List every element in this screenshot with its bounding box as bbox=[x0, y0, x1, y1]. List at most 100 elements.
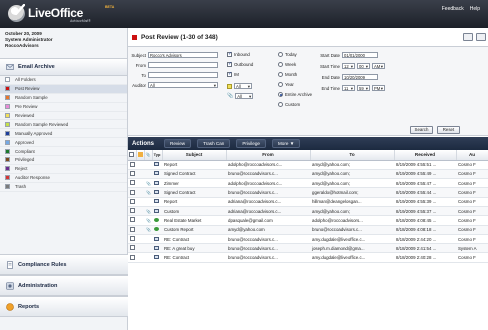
table-row[interactable]: Report adolpho@roccoadvisors.c... amyd@yah… bbox=[128, 160, 488, 170]
subject-cell[interactable]: Report bbox=[162, 197, 226, 208]
row-select-cell[interactable] bbox=[128, 187, 136, 198]
from-cell[interactable]: adolpho@roccoadvisors.c... bbox=[226, 160, 310, 170]
auditor-cell[interactable]: Cosmo F bbox=[456, 206, 488, 217]
from-cell[interactable]: adolpho@roccoadvisors.c... bbox=[226, 178, 310, 189]
auditor-cell[interactable]: Cosmo F bbox=[456, 197, 488, 208]
sidebar-folder-item[interactable]: Random Sample Reviewed bbox=[0, 120, 127, 130]
start-ampm-select[interactable]: AM bbox=[372, 63, 385, 69]
table-row[interactable]: 📎 Zimmer adolpho@roccoadvisors.c... amyd@ya… bbox=[128, 178, 488, 189]
to-cell[interactable]: amyd@yahoo.com; bbox=[310, 178, 394, 189]
received-cell[interactable]: 8/18/2009 4:08:18 ... bbox=[394, 225, 456, 235]
from-cell[interactable]: bruno@roccoadvisors.c... bbox=[226, 187, 310, 198]
end-hour-select[interactable]: 11 bbox=[342, 85, 355, 91]
row-checkbox[interactable] bbox=[130, 180, 135, 186]
end-minute-select[interactable]: 59 bbox=[357, 85, 370, 91]
end-ampm-select[interactable]: PM bbox=[372, 85, 385, 91]
reset-button[interactable]: Reset bbox=[437, 126, 460, 134]
auditor-cell[interactable]: Cosmo F bbox=[456, 178, 488, 189]
sidebar-folder-item[interactable]: Approved bbox=[0, 138, 127, 148]
row-checkbox[interactable] bbox=[130, 217, 135, 223]
feedback-link[interactable]: Feedback bbox=[442, 6, 464, 12]
table-row[interactable]: 📎 Custom Report amyd@yahoo.com bruno@roccoa… bbox=[128, 225, 488, 235]
subject-cell[interactable]: RE: A great buy bbox=[162, 243, 226, 254]
help-link[interactable]: Help bbox=[470, 6, 480, 12]
auditor-cell[interactable]: Cosmo F bbox=[456, 234, 488, 245]
subject-cell[interactable]: Signed Contract bbox=[162, 187, 226, 198]
to-input[interactable] bbox=[148, 72, 218, 78]
to-cell[interactable]: amy.dugdale@liveoffice.c... bbox=[310, 234, 394, 245]
to-cell[interactable]: amyd@yahoo.com; bbox=[310, 206, 394, 217]
privilege-button[interactable]: Privilege bbox=[236, 139, 266, 148]
inbound-checkbox[interactable] bbox=[227, 51, 232, 57]
compliance-rules-section[interactable]: Compliance Rules bbox=[0, 254, 128, 275]
auditor-cell[interactable]: Cosmo F bbox=[456, 187, 488, 198]
subject-cell[interactable]: RE: Contract bbox=[162, 234, 226, 245]
table-row[interactable]: RE: Contract bruno@roccoadvisors.c... amy.… bbox=[128, 234, 488, 245]
row-select-cell[interactable] bbox=[128, 243, 136, 254]
auditor-cell[interactable]: Cosmo F bbox=[456, 252, 488, 263]
table-row[interactable]: 📎 Custom adriana@roccoadvisors.c... amyd@ya… bbox=[128, 206, 488, 217]
received-cell[interactable]: 8/18/2009 2:40:28 ... bbox=[394, 252, 456, 263]
subject-cell[interactable]: RE: Contract bbox=[162, 252, 226, 263]
date-range-radio[interactable] bbox=[278, 62, 283, 67]
received-cell[interactable]: 8/19/2009 4:55:47 ... bbox=[394, 178, 456, 189]
subject-cell[interactable]: Report bbox=[162, 160, 226, 170]
to-cell[interactable]: hillman@deangelosgan... bbox=[310, 197, 394, 208]
to-cell[interactable]: adolpho@roccoadvisors... bbox=[310, 215, 394, 226]
table-row[interactable]: 📎 Real Estate Market dpasquale@gmail.com ad… bbox=[128, 215, 488, 226]
sidebar-folder-item[interactable]: All Folders bbox=[0, 76, 127, 85]
to-cell[interactable]: amy.dugdale@liveoffice.c... bbox=[310, 252, 394, 263]
date-range-radio[interactable] bbox=[278, 102, 283, 107]
end-date-input[interactable]: 10/20/2009 bbox=[342, 74, 378, 80]
from-cell[interactable]: bruno@roccoadvisors.c... bbox=[226, 234, 310, 245]
row-select-cell[interactable] bbox=[128, 169, 136, 180]
search-button[interactable]: Search bbox=[410, 126, 433, 134]
review-button[interactable]: Review bbox=[164, 139, 192, 148]
sidebar-folder-item[interactable]: Pre Review bbox=[0, 103, 127, 112]
received-cell[interactable]: 8/18/2009 2:41:54 ... bbox=[394, 243, 456, 254]
received-cell[interactable]: 8/18/2009 2:44:20 ... bbox=[394, 234, 456, 245]
to-cell[interactable]: amyd@yahoo.com; bbox=[310, 160, 394, 170]
from-cell[interactable]: amyd@yahoo.com bbox=[226, 225, 310, 235]
received-cell[interactable]: 8/19/2009 4:55:37 ... bbox=[394, 206, 456, 217]
preview-pane-icon[interactable] bbox=[476, 33, 486, 41]
row-checkbox[interactable] bbox=[130, 254, 135, 260]
auditor-select[interactable]: All bbox=[148, 82, 218, 88]
table-row[interactable]: 📎 Signed Contract bruno@roccoadvisors.c...… bbox=[128, 187, 488, 198]
more-button[interactable]: More ▼ bbox=[271, 139, 301, 148]
email-archive-section[interactable]: Email Archive bbox=[0, 58, 127, 76]
date-range-radio[interactable] bbox=[278, 72, 283, 77]
reports-section[interactable]: Reports bbox=[0, 296, 128, 317]
sidebar-folder-item[interactable]: Reviewed bbox=[0, 112, 127, 121]
outbound-checkbox[interactable] bbox=[227, 61, 232, 67]
from-cell[interactable]: adriana@roccoadvisors.c... bbox=[226, 197, 310, 208]
row-select-cell[interactable] bbox=[128, 178, 136, 189]
received-cell[interactable]: 8/18/2009 4:08:45 ... bbox=[394, 215, 456, 226]
row-select-cell[interactable] bbox=[128, 197, 136, 208]
sidebar-folder-item[interactable]: Reject bbox=[0, 165, 127, 174]
auditor-col-header[interactable]: Au bbox=[456, 150, 488, 161]
subject-input[interactable]: Rocco's Advisors bbox=[148, 52, 218, 58]
to-cell[interactable]: joseph.m.diamond@gma... bbox=[310, 243, 394, 254]
color-filter-select[interactable]: All bbox=[234, 83, 252, 89]
row-select-cell[interactable] bbox=[128, 234, 136, 245]
table-row[interactable]: RE: A great buy bruno@roccoadvisors.c... j… bbox=[128, 243, 488, 254]
start-hour-select[interactable]: 12 bbox=[342, 63, 355, 69]
table-row[interactable]: RE: Contract bruno@roccoadvisors.c... amy.… bbox=[128, 252, 488, 263]
table-row[interactable]: Report adriana@roccoadvisors.c... hillman@… bbox=[128, 197, 488, 208]
row-checkbox[interactable] bbox=[130, 198, 135, 204]
trash-can-button[interactable]: Trash Can bbox=[197, 139, 231, 148]
row-select-cell[interactable] bbox=[128, 215, 136, 226]
auditor-cell[interactable]: Cosmo F bbox=[456, 160, 488, 170]
row-select-cell[interactable] bbox=[128, 160, 136, 170]
row-checkbox[interactable] bbox=[130, 208, 135, 214]
subject-col-header[interactable]: Subject bbox=[162, 150, 227, 161]
row-checkbox[interactable] bbox=[130, 236, 135, 242]
from-cell[interactable]: bruno@roccoadvisors.c... bbox=[226, 252, 310, 263]
start-minute-select[interactable]: 00 bbox=[357, 63, 370, 69]
row-select-cell[interactable] bbox=[128, 206, 136, 217]
from-input[interactable] bbox=[148, 62, 218, 68]
sidebar-folder-item[interactable]: Auditor Response bbox=[0, 174, 127, 183]
row-checkbox[interactable] bbox=[130, 189, 135, 195]
auditor-cell[interactable]: System A bbox=[456, 243, 488, 254]
